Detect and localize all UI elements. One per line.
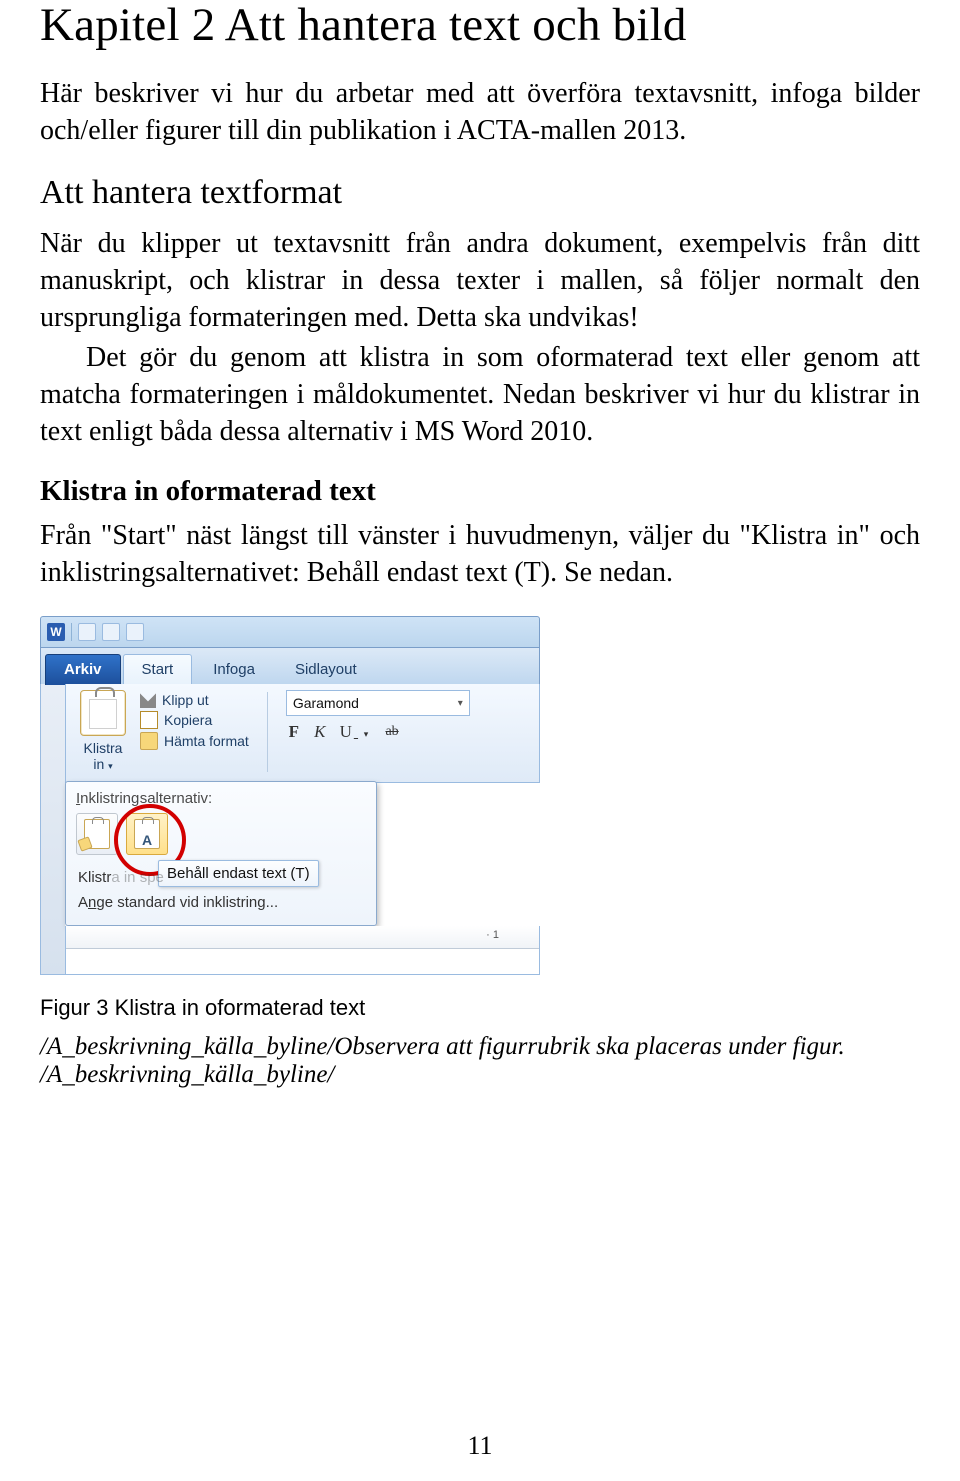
word-app-icon: W <box>47 623 65 641</box>
intro-paragraph: Här beskriver vi hur du arbetar med att … <box>40 76 920 150</box>
quick-access-toolbar: W <box>40 616 540 648</box>
undo-icon[interactable] <box>102 623 120 641</box>
chevron-down-icon: ▾ <box>458 698 463 709</box>
format-painter-button[interactable]: Hämta format <box>140 732 249 750</box>
clipboard-a-icon: A <box>134 819 160 849</box>
ruler-mark: · 1 <box>486 929 499 941</box>
paste-button[interactable]: Klistra in ▾ <box>74 690 132 772</box>
paste-options-popup: IInklistringsalternativ:nklistringsalter… <box>65 781 377 926</box>
tab-start[interactable]: Start <box>123 654 193 685</box>
ribbon-tabs: Arkiv Start Infoga Sidlayout <box>40 648 540 684</box>
tab-pagelayout[interactable]: Sidlayout <box>276 654 376 685</box>
scissors-icon <box>140 692 156 708</box>
left-gutter <box>40 684 65 975</box>
font-group: Garamond ▾ F K U ▾ ab <box>286 690 470 742</box>
paste-label: Klistra <box>74 740 132 756</box>
clipboard-brush-icon <box>84 819 110 849</box>
separator <box>71 623 72 641</box>
redo-icon[interactable] <box>126 623 144 641</box>
subsection-heading: Klistra in oformaterad text <box>40 475 920 508</box>
bold-button[interactable]: F <box>286 722 302 742</box>
ruler: · 1 <box>66 926 539 949</box>
paste-keep-source-button[interactable] <box>76 813 118 855</box>
popup-title: IInklistringsalternativ:nklistringsalter… <box>76 790 366 807</box>
ribbon-home: Klistra in ▾ Klipp ut Kopiera Hämta form… <box>65 684 540 783</box>
tab-file[interactable]: Arkiv <box>45 654 121 685</box>
save-icon[interactable] <box>78 623 96 641</box>
copy-button[interactable]: Kopiera <box>140 711 249 729</box>
strike-button[interactable]: ab <box>384 724 400 740</box>
paste-label-2: in <box>93 756 104 772</box>
chapter-heading: Kapitel 2 Att hantera text och bild <box>40 0 920 52</box>
font-select[interactable]: Garamond ▾ <box>286 690 470 716</box>
italic-button[interactable]: K <box>312 722 328 742</box>
chevron-down-icon: ▾ <box>108 761 113 771</box>
clipboard-actions: Klipp ut Kopiera Hämta format <box>140 690 249 750</box>
body-text: När du klipper ut textavsnitt från andra… <box>40 228 920 333</box>
tab-insert[interactable]: Infoga <box>194 654 274 685</box>
copy-icon <box>140 711 158 729</box>
underline-button[interactable]: U ▾ <box>338 722 374 742</box>
brush-icon <box>140 732 158 750</box>
body-paragraph: När du klipper ut textavsnitt från andra… <box>40 226 920 337</box>
figure-byline: /A_beskrivning_källa_byline/Observera at… <box>40 1033 920 1089</box>
font-name: Garamond <box>293 695 359 711</box>
tooltip: Behåll endast text (T) <box>158 860 319 887</box>
paste-text-only-button[interactable]: A <box>126 813 168 855</box>
cut-button[interactable]: Klipp ut <box>140 692 249 708</box>
font-format-row: F K U ▾ ab <box>286 722 470 742</box>
clipboard-icon <box>80 690 126 736</box>
figure-caption: Figur 3 Klistra in oformaterad text <box>40 995 920 1021</box>
group-separator <box>267 692 268 772</box>
body-paragraph: Det gör du genom att klistra in som ofor… <box>40 340 920 451</box>
section-heading: Att hantera textformat <box>40 174 920 212</box>
body-paragraph: Från "Start" näst längst till vänster i … <box>40 518 920 592</box>
clipboard-group: Klistra in ▾ Klipp ut Kopiera Hämta form… <box>74 690 249 772</box>
set-default-paste-item[interactable]: Ange standard vid inklistring... <box>76 890 366 915</box>
document-area: · 1 <box>65 926 540 975</box>
page-number: 11 <box>0 1431 960 1461</box>
word-screenshot: W Arkiv Start Infoga Sidlayout Klistra <box>40 616 540 975</box>
